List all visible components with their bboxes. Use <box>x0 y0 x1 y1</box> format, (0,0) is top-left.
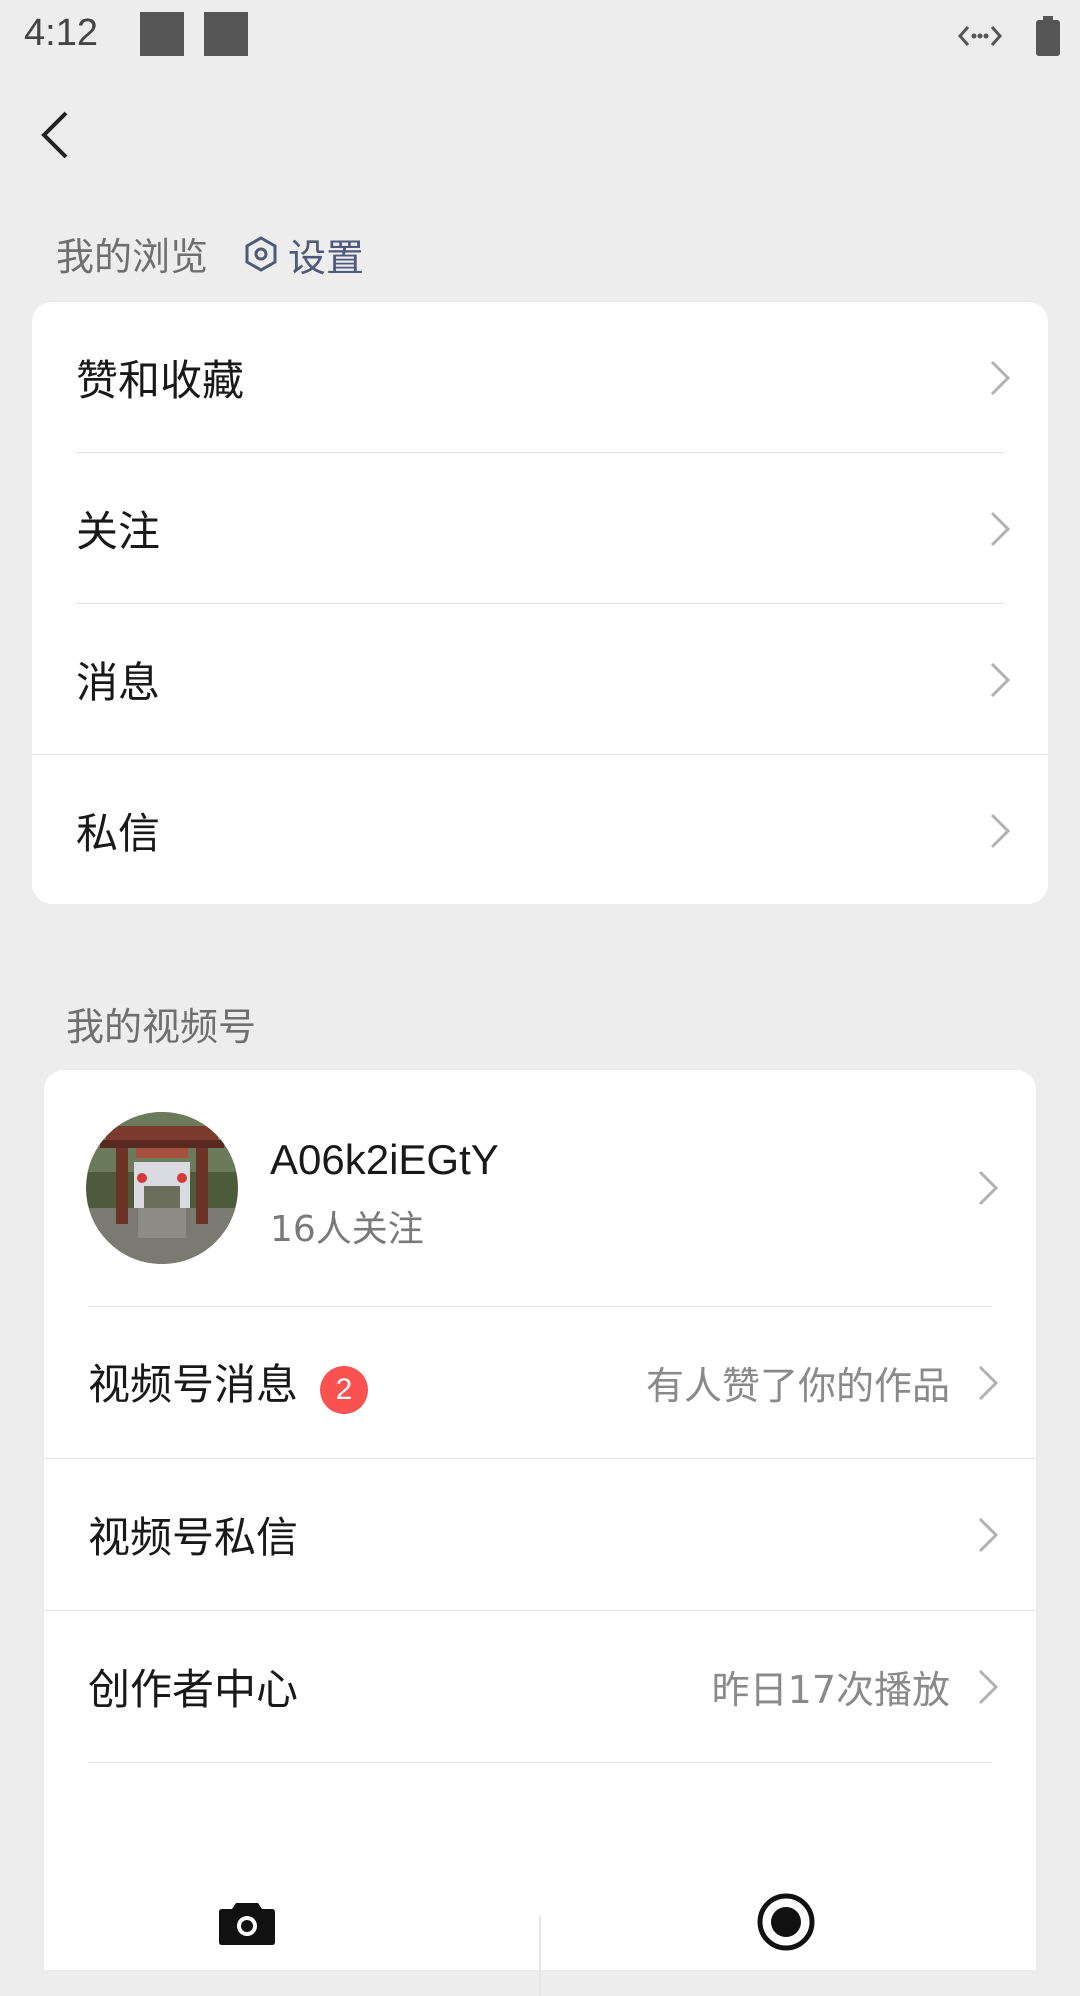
menu-item-likes-favorites[interactable]: 赞和收藏 <box>32 302 1048 453</box>
chevron-right-icon <box>978 1517 999 1552</box>
battery-icon <box>1036 16 1060 56</box>
menu-item-channel-private-messages[interactable]: 视频号私信 <box>44 1459 1036 1610</box>
menu-item-private-messages[interactable]: 私信 <box>32 755 1048 906</box>
chevron-right-icon <box>990 360 1011 395</box>
notification-icon <box>140 12 184 56</box>
menu-item-creator-center[interactable]: 创作者中心 昨日17次播放 <box>44 1611 1036 1762</box>
menu-item-label: 消息 <box>76 658 161 707</box>
back-arrow-icon <box>41 111 68 159</box>
menu-item-label: 创作者中心 <box>88 1665 299 1714</box>
menu-item-label: 赞和收藏 <box>76 356 245 405</box>
follower-count: 16人关注 <box>270 1209 424 1250</box>
record-icon <box>757 1893 815 1951</box>
avatar <box>86 1112 238 1264</box>
divider <box>88 1762 992 1763</box>
chevron-right-icon <box>990 813 1011 848</box>
menu-item-messages[interactable]: 消息 <box>32 604 1048 755</box>
status-time: 4:12 <box>24 12 98 54</box>
menu-item-label: 关注 <box>76 507 161 556</box>
channel-actions <box>44 1830 1036 1996</box>
channel-name: A06k2iEGtY <box>270 1136 499 1183</box>
browse-section-title: 我的浏览 <box>56 235 209 279</box>
chevron-right-icon <box>978 1365 999 1400</box>
action-divider <box>539 1916 541 1996</box>
settings-icon <box>245 236 277 272</box>
creator-center-detail: 昨日17次播放 <box>711 1668 950 1712</box>
menu-item-label: 视频号私信 <box>88 1513 299 1562</box>
unread-badge: 2 <box>320 1366 369 1414</box>
chevron-right-icon <box>990 662 1011 697</box>
notification-icon <box>204 12 248 56</box>
chevron-right-icon <box>990 511 1011 546</box>
camera-icon <box>219 1903 275 1945</box>
channel-messages-label: 视频号消息 <box>88 1360 299 1409</box>
menu-item-following[interactable]: 关注 <box>32 453 1048 604</box>
record-button[interactable] <box>736 1872 836 1972</box>
data-transfer-icon <box>958 26 1002 46</box>
camera-button[interactable] <box>192 1882 302 1962</box>
settings-label: 设置 <box>288 235 365 280</box>
channel-profile-row[interactable]: A06k2iEGtY 16人关注 <box>44 1070 1036 1306</box>
menu-item-label: 视频号消息 2 <box>88 1351 369 1414</box>
settings-link[interactable]: 设置 <box>244 228 364 280</box>
channel-messages-detail: 有人赞了你的作品 <box>645 1364 950 1408</box>
back-button[interactable] <box>30 100 80 170</box>
channels-section-title: 我的视频号 <box>66 1005 257 1049</box>
status-bar: 4:12 <box>0 0 1080 74</box>
menu-item-channel-messages[interactable]: 视频号消息 2 有人赞了你的作品 <box>44 1307 1036 1458</box>
channels-card: A06k2iEGtY 16人关注 视频号消息 2 有人赞了你的作品 视频号私信 创… <box>44 1070 1036 1996</box>
chevron-right-icon <box>978 1669 999 1704</box>
browse-card: 赞和收藏 关注 消息 私信 <box>32 302 1048 904</box>
chevron-right-icon <box>978 1170 999 1206</box>
menu-item-label: 私信 <box>76 809 161 858</box>
